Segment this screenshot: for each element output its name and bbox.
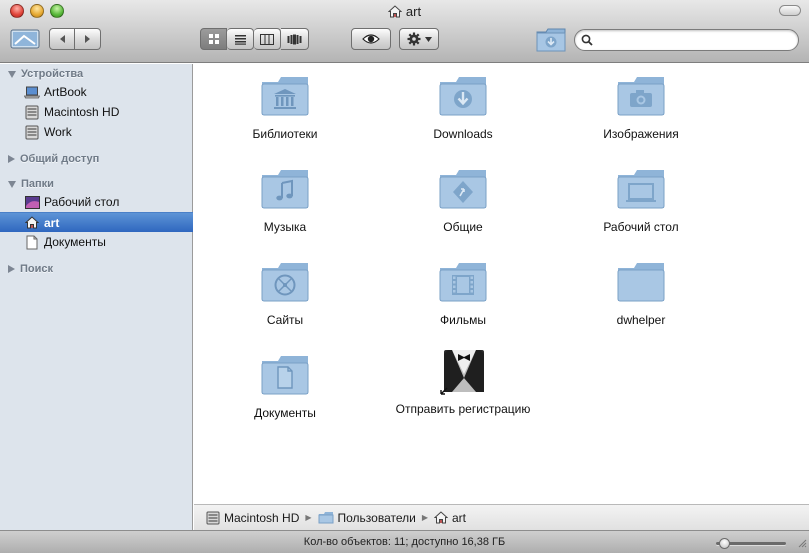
- hard-drive-icon: [24, 124, 40, 140]
- icon-view-icon: [208, 34, 219, 44]
- documents-folder-icon: [260, 353, 310, 397]
- downloads-folder-icon[interactable]: [535, 27, 567, 53]
- sidebar-item-artbook[interactable]: ArtBook: [0, 82, 193, 102]
- coverflow-view-icon: [287, 34, 302, 44]
- sidebar-section-search[interactable]: Поиск: [8, 263, 53, 275]
- hard-drive-icon: [206, 511, 220, 525]
- public-folder-icon: [438, 167, 488, 211]
- chevron-down-icon: [424, 36, 432, 42]
- pictures-folder-icon: [616, 74, 666, 118]
- sidebar-item-art[interactable]: art: [0, 212, 193, 232]
- view-as-icons-button[interactable]: [200, 28, 227, 50]
- view-as-coverflow-button[interactable]: [281, 28, 309, 50]
- registration-app-icon: [438, 348, 488, 398]
- laptop-icon: [24, 84, 40, 100]
- column-view-icon: [260, 33, 274, 45]
- home-icon: [434, 511, 448, 524]
- list-view-icon: [234, 34, 246, 45]
- path-crumb-users[interactable]: Пользователи: [318, 511, 416, 525]
- generic-folder-icon: [616, 260, 666, 304]
- search-field[interactable]: [574, 29, 799, 51]
- item-sites[interactable]: Сайты: [195, 260, 375, 327]
- movies-folder-icon: [438, 260, 488, 304]
- status-bar: Кол-во объектов: 11; доступно 16,38 ГБ: [0, 530, 809, 553]
- chevron-right-icon: [85, 35, 90, 43]
- desktop-folder-icon: [616, 167, 666, 211]
- slider-thumb[interactable]: [719, 538, 730, 549]
- file-grid: Библиотеки Downloads Изображения Музыка: [194, 64, 809, 504]
- item-libraries[interactable]: Библиотеки: [195, 74, 375, 141]
- home-icon: [24, 215, 40, 231]
- forward-button[interactable]: [75, 28, 101, 50]
- sidebar-section-devices[interactable]: Устройства: [8, 68, 83, 80]
- search-icon: [581, 34, 593, 46]
- music-folder-icon: [260, 167, 310, 211]
- path-bar: Macintosh HD ▶ Пользователи ▶ art: [194, 504, 809, 530]
- item-music[interactable]: Музыка: [195, 167, 375, 234]
- desktop-icon: [24, 194, 40, 210]
- eye-icon: [362, 34, 380, 44]
- sidebar-item-macintosh-hd[interactable]: Macintosh HD: [0, 102, 193, 122]
- icon-size-slider[interactable]: [712, 537, 790, 549]
- action-menu-button[interactable]: [399, 28, 439, 50]
- path-separator-icon: ▶: [305, 513, 312, 522]
- sites-folder-icon: [260, 260, 310, 304]
- folder-icon: [318, 511, 334, 524]
- path-crumb-art[interactable]: art: [434, 511, 466, 525]
- item-dwhelper[interactable]: dwhelper: [551, 260, 731, 327]
- disclosure-triangle-icon[interactable]: [8, 70, 16, 78]
- toolbar-toggle-button[interactable]: [779, 5, 801, 16]
- library-folder-icon: [260, 74, 310, 118]
- sidebar: Устройства ArtBook Macintosh HD Work Общ…: [0, 64, 193, 530]
- gear-icon: [407, 32, 420, 46]
- item-movies[interactable]: Фильмы: [373, 260, 553, 327]
- item-documents[interactable]: Документы: [195, 353, 375, 420]
- finder-window: art Устройства ArtBook Macintosh HD Work…: [0, 0, 809, 553]
- toolbar: art: [0, 0, 809, 63]
- sidebar-item-work[interactable]: Work: [0, 122, 193, 142]
- sidebar-section-places[interactable]: Папки: [8, 178, 54, 190]
- disclosure-triangle-icon[interactable]: [8, 180, 16, 188]
- disclosure-triangle-icon[interactable]: [8, 265, 15, 273]
- quick-look-button[interactable]: [351, 28, 391, 50]
- item-send-registration[interactable]: Отправить регистрацию: [373, 348, 553, 416]
- view-as-list-button[interactable]: [227, 28, 254, 50]
- item-desktop-folder[interactable]: Рабочий стол: [551, 167, 731, 234]
- view-as-columns-button[interactable]: [254, 28, 281, 50]
- home-icon: [387, 5, 403, 21]
- item-pictures[interactable]: Изображения: [551, 74, 731, 141]
- status-text: Кол-во объектов: 11; доступно 16,38 ГБ: [303, 536, 506, 548]
- sidebar-section-shared[interactable]: Общий доступ: [8, 153, 99, 165]
- resize-grip-icon[interactable]: [796, 537, 807, 548]
- back-button[interactable]: [49, 28, 75, 50]
- item-downloads[interactable]: Downloads: [373, 74, 553, 141]
- item-public[interactable]: Общие: [373, 167, 553, 234]
- chevron-left-icon: [59, 35, 65, 43]
- path-crumb-macintosh-hd[interactable]: Macintosh HD: [206, 511, 299, 525]
- downloads-folder-icon: [438, 74, 488, 118]
- window-title-bar: art: [0, 4, 809, 21]
- document-icon: [24, 234, 40, 250]
- sidebar-item-documents[interactable]: Документы: [0, 232, 193, 252]
- search-input[interactable]: [597, 33, 787, 47]
- sidebar-drive-icon[interactable]: [10, 28, 40, 50]
- sidebar-item-desktop[interactable]: Рабочий стол: [0, 192, 193, 212]
- window-title: art: [405, 4, 422, 19]
- disclosure-triangle-icon[interactable]: [8, 155, 15, 163]
- hard-drive-icon: [24, 104, 40, 120]
- path-separator-icon: ▶: [421, 513, 428, 522]
